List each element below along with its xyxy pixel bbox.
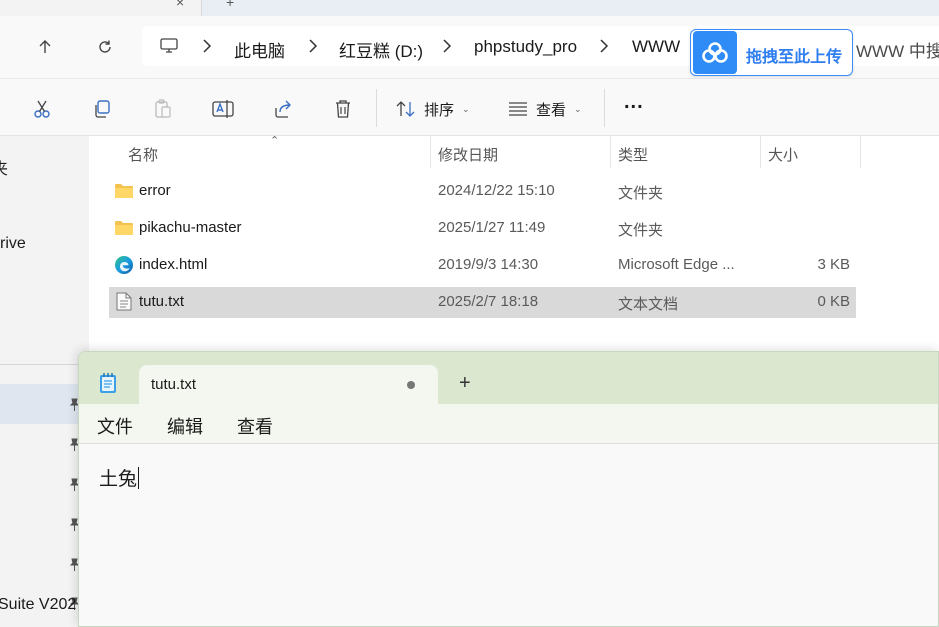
delete-icon[interactable] [331, 97, 355, 121]
arrow-up-icon[interactable] [34, 36, 56, 58]
file-name: tutu.txt [139, 293, 185, 310]
file-size: 3 KB [817, 256, 850, 273]
column-header-type[interactable]: 类型 [618, 144, 648, 165]
unsaved-indicator[interactable] [407, 381, 415, 389]
chevron-right-icon [203, 39, 212, 53]
navigation-bar: 此电脑 红豆糕 (D:) phpstudy_pro WWW WWW 中搜 拖拽至… [0, 16, 939, 78]
file-type: 文件夹 [618, 222, 664, 239]
nav-item-folder[interactable]: 夹 [0, 155, 8, 179]
more-options-button[interactable]: ... [624, 90, 644, 114]
toolbar-divider [376, 89, 377, 127]
notepad-app-icon [100, 373, 116, 393]
baidu-upload-label: 拖拽至此上传 [746, 49, 843, 66]
file-name: error [139, 182, 171, 199]
table-row-selected[interactable]: tutu.txt 2025/2/7 18:18 文本文档 0 KB [109, 287, 856, 318]
nav-item-suite[interactable]: Suite V202 [0, 596, 76, 614]
column-divider[interactable] [610, 136, 611, 168]
copy-icon[interactable] [90, 97, 114, 121]
chevron-right-icon [443, 39, 452, 53]
file-date: 2025/2/7 18:18 [438, 293, 539, 310]
text-file-icon [116, 292, 132, 311]
notepad-content: 土兔 [99, 469, 138, 490]
view-label: 查看 [536, 101, 567, 119]
view-list-icon [509, 102, 527, 116]
table-row[interactable]: index.html 2019/9/3 14:30 Microsoft Edge… [109, 250, 856, 281]
refresh-icon[interactable] [94, 36, 116, 58]
notepad-new-tab-button[interactable]: + [459, 373, 471, 393]
view-button[interactable]: 查看 ⌄ [508, 97, 582, 121]
sort-button[interactable]: 排序 ⌄ [396, 97, 470, 121]
file-date: 2025/1/27 11:49 [438, 219, 546, 236]
file-name: index.html [139, 256, 208, 273]
tab-close-button[interactable]: × [176, 0, 184, 10]
baidu-cloud-icon [693, 31, 737, 74]
new-tab-button[interactable]: + [226, 0, 234, 10]
notepad-content-line: 土兔 [99, 464, 140, 491]
column-divider[interactable] [760, 136, 761, 168]
menu-file[interactable]: 文件 [97, 413, 133, 439]
menu-view[interactable]: 查看 [237, 413, 273, 439]
sort-ascending-indicator: ⌃ [270, 135, 280, 147]
breadcrumb-www[interactable]: WWW [632, 37, 680, 57]
breadcrumb-this-pc[interactable]: 此电脑 [234, 37, 285, 62]
column-header-date[interactable]: 修改日期 [438, 144, 498, 165]
file-size: 0 KB [817, 293, 850, 310]
notepad-text-area[interactable]: 土兔 [79, 444, 938, 626]
notepad-tab-title: tutu.txt [151, 376, 197, 393]
file-name: pikachu-master [139, 219, 242, 236]
table-row[interactable]: pikachu-master 2025/1/27 11:49 文件夹 [109, 213, 856, 244]
file-type: Microsoft Edge ... [618, 256, 735, 273]
notepad-window: tutu.txt + 文件 编辑 查看 土兔 [78, 351, 939, 627]
this-pc-icon [160, 38, 178, 59]
chevron-right-icon [600, 39, 609, 53]
cut-icon[interactable] [30, 97, 54, 121]
nav-item-onedrive[interactable]: rive [0, 235, 26, 253]
column-divider[interactable] [430, 136, 431, 168]
text-cursor [138, 467, 140, 489]
sort-label: 排序 [424, 101, 455, 119]
column-header-name[interactable]: 名称 [128, 144, 158, 165]
file-date: 2024/12/22 15:10 [438, 182, 555, 199]
chevron-down-icon: ⌄ [462, 103, 470, 114]
paste-icon [151, 97, 175, 121]
notepad-tab[interactable]: tutu.txt [139, 365, 438, 404]
table-row[interactable]: error 2024/12/22 15:10 文件夹 [109, 176, 856, 207]
chevron-down-icon: ⌄ [574, 103, 582, 114]
edge-icon [115, 256, 133, 274]
column-header-size[interactable]: 大小 [768, 144, 798, 165]
search-placeholder: WWW 中搜 [856, 42, 939, 61]
notepad-titlebar[interactable]: tutu.txt + [79, 352, 938, 404]
pane-divider [0, 364, 89, 365]
menu-edit[interactable]: 编辑 [167, 413, 203, 439]
notepad-menubar: 文件 编辑 查看 [79, 404, 938, 444]
navigation-pane: 夹 rive Suite V202 [0, 136, 89, 627]
file-type: 文本文档 [618, 296, 679, 313]
file-type: 文件夹 [618, 185, 664, 202]
folder-icon [115, 221, 133, 235]
command-bar: 排序 ⌄ 查看 ⌄ ... [0, 78, 939, 136]
toolbar-divider [604, 89, 605, 127]
share-icon[interactable] [271, 97, 295, 121]
explorer-tab[interactable]: × [0, 0, 202, 16]
chevron-right-icon [309, 39, 318, 53]
breadcrumb-phpstudy-pro[interactable]: phpstudy_pro [474, 37, 577, 57]
sort-icon [396, 101, 415, 117]
column-divider[interactable] [860, 136, 861, 168]
address-bar[interactable]: 此电脑 红豆糕 (D:) phpstudy_pro WWW [142, 26, 694, 66]
file-date: 2019/9/3 14:30 [438, 256, 539, 273]
baidu-upload-dropzone[interactable]: 拖拽至此上传 [690, 29, 853, 76]
explorer-titlebar: × + [0, 0, 939, 16]
folder-icon [115, 184, 133, 198]
rename-icon[interactable] [211, 97, 235, 121]
breadcrumb-drive-d[interactable]: 红豆糕 (D:) [339, 37, 423, 62]
